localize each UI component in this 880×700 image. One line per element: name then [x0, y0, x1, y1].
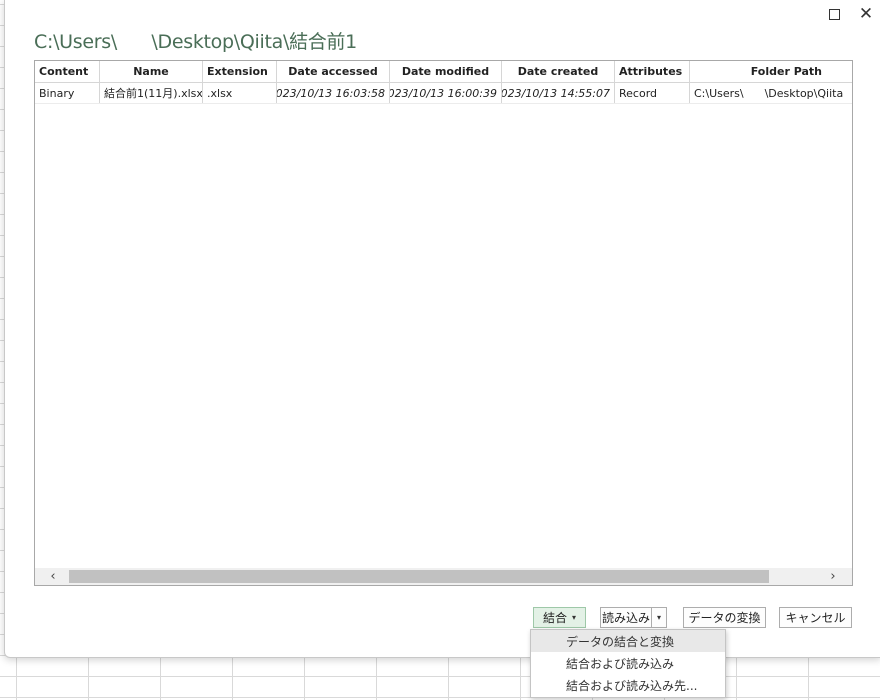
chevron-down-icon: ▾: [656, 613, 661, 622]
menu-item-combine-and-load-to[interactable]: 結合および読み込み先...: [531, 674, 725, 696]
scroll-left-icon[interactable]: ‹: [41, 568, 65, 585]
navigator-dialog: ✕ C:\Users\ \Desktop\Qiita\結合前1 Content …: [4, 0, 880, 658]
menu-item-combine-and-transform[interactable]: データの結合と変換: [531, 630, 725, 652]
maximize-icon: [828, 8, 840, 20]
table-cell: 結合前1(11月).xlsx: [100, 83, 203, 103]
table-cell: .xlsx: [203, 83, 277, 103]
table-cell: Binary: [35, 83, 100, 103]
cancel-button[interactable]: キャンセル: [779, 607, 852, 628]
table-cell: C:\Users\ \Desktop\Qiita: [694, 86, 844, 100]
combine-dropdown-menu: データの結合と変換 結合および読み込み 結合および読み込み先...: [530, 629, 726, 698]
transform-data-button[interactable]: データの変換: [683, 607, 766, 628]
table-cell: 2023/10/13 14:55:07: [502, 83, 615, 103]
table-cell: 2023/10/13 16:03:58: [277, 83, 390, 103]
scrollbar-thumb[interactable]: [69, 570, 769, 583]
column-header[interactable]: Folder Path: [690, 61, 852, 82]
column-header[interactable]: Date accessed: [277, 61, 390, 82]
column-header[interactable]: Attributes: [615, 61, 690, 82]
folder-path-title: C:\Users\ \Desktop\Qiita\結合前1: [34, 31, 357, 53]
file-list-table: Content Name Extension Date accessed Dat…: [34, 60, 853, 586]
column-header[interactable]: Date created: [502, 61, 615, 82]
horizontal-scrollbar[interactable]: ‹ ›: [35, 568, 852, 585]
table-row[interactable]: Binary 結合前1(11月).xlsx .xlsx 2023/10/13 1…: [35, 83, 852, 104]
combine-button[interactable]: 結合 ▾: [533, 607, 586, 628]
column-header[interactable]: Extension: [203, 61, 277, 82]
column-header[interactable]: Date modified: [390, 61, 502, 82]
close-icon: ✕: [858, 3, 874, 24]
column-header[interactable]: Name: [100, 61, 203, 82]
combine-label: 結合: [542, 611, 567, 625]
scroll-right-icon[interactable]: ›: [821, 568, 845, 585]
close-button[interactable]: ✕: [851, 2, 880, 26]
menu-item-combine-and-load[interactable]: 結合および読み込み: [531, 652, 725, 674]
column-header[interactable]: Content: [35, 61, 100, 82]
maximize-button[interactable]: [819, 2, 849, 26]
load-button[interactable]: 読み込み: [600, 607, 652, 628]
table-cell: 2023/10/13 16:00:39: [390, 83, 502, 103]
load-dropdown-button[interactable]: ▾: [651, 607, 667, 628]
table-header: Content Name Extension Date accessed Dat…: [35, 61, 852, 83]
table-cell: Record: [615, 83, 690, 103]
chevron-down-icon: ▾: [572, 613, 577, 622]
